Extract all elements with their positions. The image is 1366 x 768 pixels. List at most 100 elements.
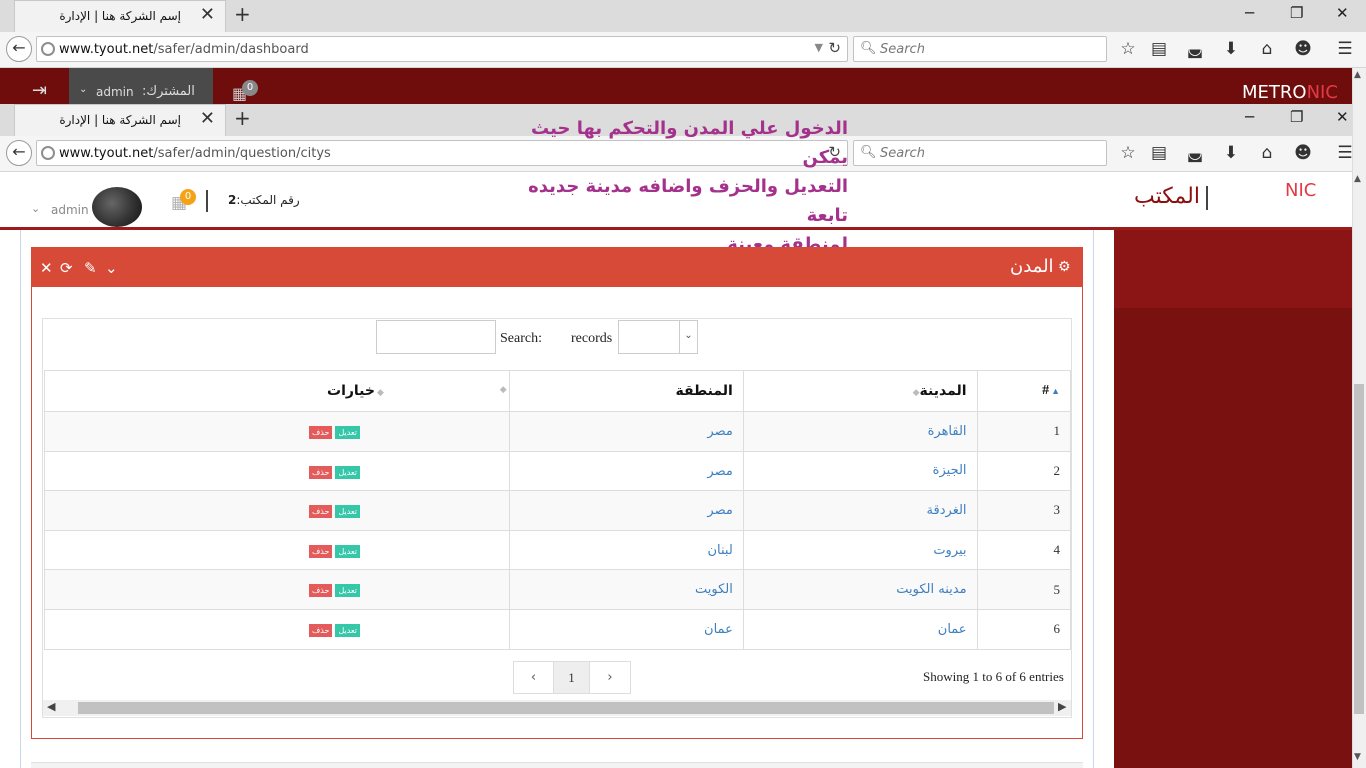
- region-link[interactable]: مصر: [707, 464, 732, 479]
- city-link[interactable]: بيروت: [933, 543, 966, 558]
- avatar[interactable]: [92, 187, 142, 227]
- city-link[interactable]: مدينه الكويت: [896, 582, 966, 597]
- column-header-options[interactable]: ◆خيارات: [44, 370, 510, 412]
- restore-icon[interactable]: ❐: [1290, 3, 1303, 23]
- region-cell: مصر: [508, 411, 744, 452]
- address-bar[interactable]: www.tyout.net/safer/admin/dashboard ▼ ↻: [36, 36, 848, 62]
- annotation-line: التعديل والحزف واضافه مدينة جديده تابعة: [528, 176, 848, 226]
- logout-icon[interactable]: ⇥: [32, 80, 47, 101]
- restore-icon[interactable]: ❐: [1290, 107, 1303, 127]
- scroll-down-icon[interactable]: ▼: [1354, 752, 1361, 762]
- region-cell: عمان: [508, 608, 744, 650]
- scrollbar-thumb[interactable]: [1354, 384, 1364, 714]
- sidebar-submenu: [1114, 230, 1352, 308]
- chevron-down-icon[interactable]: ⌄: [79, 84, 87, 95]
- search-placeholder: Search: [880, 146, 925, 161]
- scroll-left-icon[interactable]: ◀: [47, 700, 55, 713]
- reload-icon[interactable]: ↻: [828, 39, 841, 57]
- delete-button[interactable]: حذف: [309, 623, 333, 637]
- scroll-up-icon[interactable]: ▲: [1354, 70, 1361, 80]
- reader-icon[interactable]: ▤: [1148, 38, 1170, 60]
- column-header-region[interactable]: ◆ المنطقة: [500, 370, 744, 412]
- tab-close-icon[interactable]: ✕: [200, 5, 215, 25]
- region-cell: مصر: [508, 450, 744, 492]
- records-select[interactable]: ⌄: [618, 320, 698, 354]
- city-link[interactable]: الغردقة: [927, 503, 967, 518]
- region-link[interactable]: لبنان: [708, 543, 733, 558]
- chevron-down-icon[interactable]: ⌄: [31, 202, 40, 215]
- pagination-page[interactable]: 1: [554, 662, 590, 693]
- table-search-input[interactable]: [376, 320, 496, 354]
- pagination-next[interactable]: ›: [590, 662, 630, 693]
- region-link[interactable]: عمان: [704, 622, 733, 637]
- city-link[interactable]: القاهرة: [928, 424, 967, 439]
- pocket-icon[interactable]: ◛: [1184, 142, 1206, 164]
- delete-button[interactable]: حذف: [309, 426, 333, 439]
- edit-button[interactable]: تعديل: [335, 623, 361, 637]
- edit-button[interactable]: تعديل: [335, 505, 361, 519]
- username[interactable]: admin: [51, 203, 89, 217]
- download-icon[interactable]: ⬇: [1220, 38, 1242, 60]
- collapse-icon[interactable]: ⌄: [105, 259, 118, 277]
- edit-button[interactable]: تعديل: [335, 584, 361, 598]
- close-window-icon[interactable]: ✕: [1336, 3, 1349, 23]
- brand-logo: NIC: [1285, 180, 1317, 201]
- reader-icon[interactable]: ▤: [1148, 142, 1170, 164]
- new-tab-icon[interactable]: +: [234, 108, 251, 128]
- url-dropdown-icon[interactable]: ▼: [815, 41, 823, 54]
- city-cell: الغردقة: [742, 490, 978, 531]
- delete-button[interactable]: حذف: [309, 505, 333, 519]
- scroll-up-icon[interactable]: ▲: [1354, 174, 1361, 184]
- options-cell: حذف تعديل: [44, 450, 510, 492]
- star-icon[interactable]: ☆: [1117, 142, 1139, 164]
- next-portlet-edge: [31, 762, 1083, 768]
- menu-icon[interactable]: ☰: [1334, 38, 1356, 60]
- column-header-number[interactable]: ▲#: [976, 370, 1072, 412]
- tab-close-icon[interactable]: ✕: [200, 109, 215, 129]
- sidebar: [1114, 230, 1352, 768]
- delete-button[interactable]: حذف: [309, 544, 333, 558]
- close-window-icon[interactable]: ✕: [1336, 107, 1349, 127]
- region-link[interactable]: مصر: [707, 503, 732, 518]
- globe-icon: [41, 42, 55, 56]
- edit-button[interactable]: تعديل: [335, 426, 361, 439]
- home-icon[interactable]: ⌂: [1256, 38, 1278, 60]
- new-tab-icon[interactable]: +: [234, 4, 251, 24]
- wrench-icon[interactable]: ✎: [84, 259, 97, 277]
- minimize-icon[interactable]: ─: [1245, 107, 1254, 127]
- edit-button[interactable]: تعديل: [335, 544, 361, 558]
- scroll-right-icon[interactable]: ▶: [1058, 700, 1066, 713]
- subscriber-label: المشترك:: [142, 84, 195, 99]
- star-icon[interactable]: ☆: [1117, 38, 1139, 60]
- region-cell: الكويت: [508, 569, 744, 610]
- search-input[interactable]: 🔍︎ Search: [853, 36, 1107, 62]
- close-icon[interactable]: ✕: [40, 259, 53, 277]
- site-logo[interactable]: المكتب: [1134, 184, 1200, 209]
- city-link[interactable]: عمان: [938, 622, 967, 637]
- edit-button[interactable]: تعديل: [335, 465, 361, 479]
- back-icon[interactable]: ←: [6, 140, 32, 166]
- search-input-2[interactable]: 🔍︎ Search: [853, 140, 1107, 166]
- records-label: records: [571, 331, 613, 346]
- region-link[interactable]: الكويت: [695, 582, 733, 597]
- table-row: حذف تعديل الكويت مدينه الكويت 5: [44, 569, 1072, 610]
- browser-tab[interactable]: إسم الشركة هنا | الإدارة ✕: [14, 0, 226, 32]
- delete-button[interactable]: حذف: [309, 584, 333, 598]
- pagination-prev[interactable]: ‹: [514, 662, 554, 693]
- browser-tab-2[interactable]: إسم الشركة هنا | الإدارة ✕: [14, 104, 226, 136]
- reload-icon[interactable]: ⟳: [60, 259, 73, 277]
- city-link[interactable]: الجيزة: [933, 463, 967, 478]
- pocket-icon[interactable]: ◛: [1184, 38, 1206, 60]
- tab-title: إسم الشركة هنا | الإدارة: [59, 9, 181, 23]
- smiley-icon[interactable]: ☻: [1292, 38, 1314, 60]
- smiley-icon[interactable]: ☻: [1292, 142, 1314, 164]
- minimize-icon[interactable]: ─: [1245, 3, 1254, 23]
- city-cell: الجيزة: [742, 450, 978, 492]
- delete-button[interactable]: حذف: [309, 465, 333, 479]
- home-icon[interactable]: ⌂: [1256, 142, 1278, 164]
- region-link[interactable]: مصر: [707, 424, 732, 439]
- scrollbar-thumb[interactable]: [78, 702, 1054, 714]
- back-icon[interactable]: ←: [6, 36, 32, 62]
- download-icon[interactable]: ⬇: [1220, 142, 1242, 164]
- column-header-city[interactable]: المدينة◆: [742, 370, 978, 412]
